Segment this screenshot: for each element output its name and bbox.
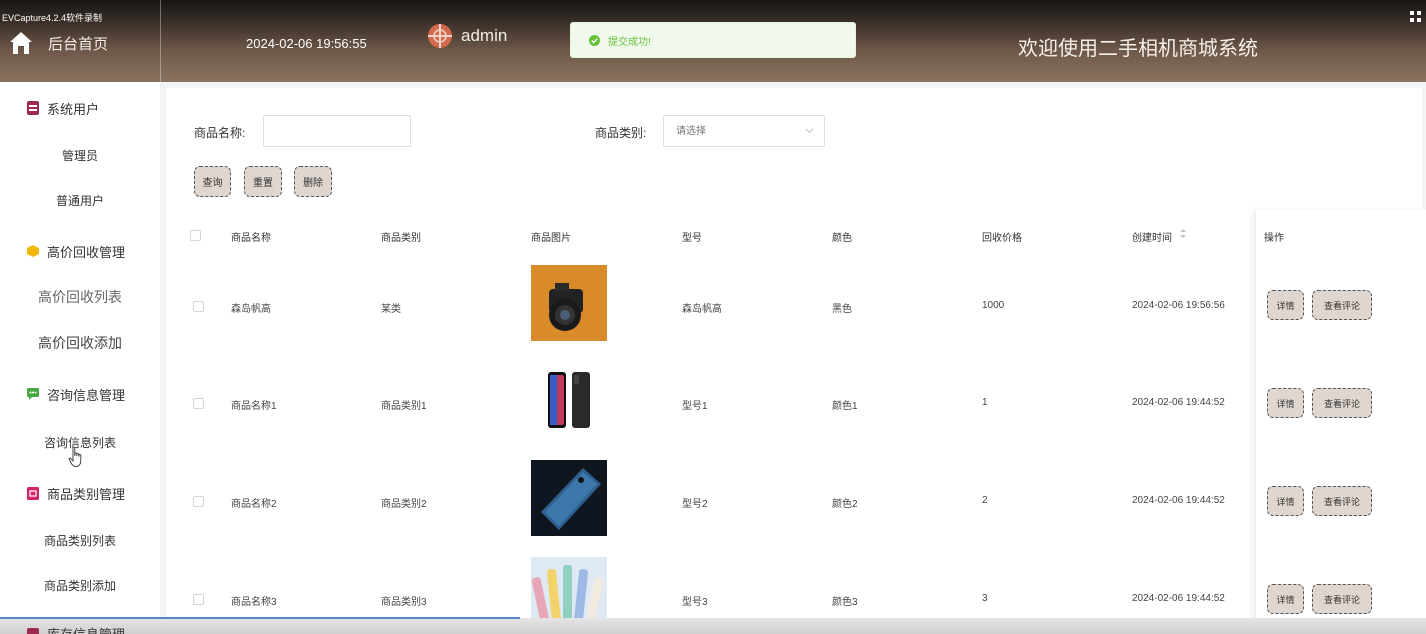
query-button[interactable]: 查询 <box>194 166 231 197</box>
type-select-input[interactable] <box>676 117 796 145</box>
cell-model: 型号1 <box>682 401 708 412</box>
category-icon <box>27 486 39 500</box>
bottom-scroll-shadow <box>0 618 1426 634</box>
cell-created: 2024-02-06 19:44:52 <box>1132 397 1225 408</box>
camera-image <box>531 265 607 341</box>
sidebar-label: 商品类别管理 <box>47 486 126 502</box>
home-link[interactable]: 后台首页 <box>8 30 108 56</box>
recorder-watermark: EVCapture4.2.4软件录制 <box>2 13 103 23</box>
reset-button[interactable]: 重置 <box>244 166 282 197</box>
type-label: 商品类别: <box>595 126 647 140</box>
cell-created: 2024-02-06 19:44:52 <box>1132 593 1225 604</box>
sidebar-item-normal-users[interactable]: 普通用户 <box>0 190 160 210</box>
actions-column <box>1255 210 1426 634</box>
cell-price: 1000 <box>982 300 1005 311</box>
cell-color: 颜色3 <box>832 597 858 608</box>
cell-name: 商品名称1 <box>231 401 277 412</box>
sidebar-group-category[interactable]: 商品类别管理 <box>0 483 160 503</box>
sidebar-group-storage[interactable]: 库存信息管理 <box>27 624 125 634</box>
sidebar-label: 系统用户 <box>47 101 100 117</box>
sidebar-label: 高价回收管理 <box>47 244 126 260</box>
product-name-input[interactable] <box>263 115 411 147</box>
hand-cursor-icon <box>68 446 82 467</box>
cell-category: 商品类别2 <box>381 499 427 510</box>
admin-name: admin <box>461 26 508 45</box>
view-comments-button[interactable]: 查看评论 <box>1312 486 1372 516</box>
row-checkbox[interactable] <box>193 398 204 409</box>
column-header: 回收价格 <box>982 233 1022 244</box>
view-comments-button[interactable]: 查看评论 <box>1312 290 1372 320</box>
cell-category: 商品类别1 <box>381 401 427 412</box>
cell-category: 商品类别3 <box>381 597 427 608</box>
horizontal-scrollbar[interactable] <box>0 617 520 619</box>
column-header-sortable[interactable]: 创建时间 <box>1132 229 1172 244</box>
chat-icon <box>27 388 39 400</box>
home-icon <box>10 32 32 54</box>
success-toast: 提交成功! <box>570 22 856 58</box>
avatar-icon <box>428 24 452 48</box>
admin-user[interactable]: admin <box>427 23 507 49</box>
chevron-down-icon <box>805 128 814 134</box>
header-divider <box>160 0 161 82</box>
row-checkbox[interactable] <box>193 594 204 605</box>
column-header: 颜色 <box>832 233 852 244</box>
sidebar-item-category-add[interactable]: 商品类别添加 <box>0 575 160 595</box>
cube-icon <box>27 245 39 257</box>
sort-icon[interactable] <box>1179 228 1187 239</box>
current-datetime: 2024-02-06 19:56:55 <box>246 36 367 51</box>
select-all-checkbox[interactable] <box>190 230 201 241</box>
blue-phone-image <box>531 460 607 536</box>
delete-button[interactable]: 删除 <box>294 166 332 197</box>
site-title: 欢迎使用二手相机商城系统 <box>1018 38 1258 60</box>
cell-model: 森岛帆高 <box>682 304 722 315</box>
cell-color: 黑色 <box>832 304 852 315</box>
top-header: EVCapture4.2.4软件录制 后台首页 2024-02-06 19:56… <box>0 0 1426 82</box>
cell-name: 商品名称3 <box>231 597 277 608</box>
cell-model: 型号2 <box>682 499 708 510</box>
sidebar-group-system-users[interactable]: 系统用户 <box>0 98 160 118</box>
sidebar-item-recycle-add[interactable]: 高价回收添加 <box>0 333 160 353</box>
cell-model: 型号3 <box>682 597 708 608</box>
detail-button[interactable]: 详情 <box>1267 290 1304 320</box>
cell-price: 2 <box>982 495 988 506</box>
name-label: 商品名称: <box>194 126 246 140</box>
cell-name: 森岛帆高 <box>231 304 271 315</box>
home-label: 后台首页 <box>48 35 109 53</box>
sidebar-label: 咨询信息管理 <box>47 387 126 403</box>
sidebar-group-recycle[interactable]: 高价回收管理 <box>0 241 160 261</box>
sidebar-item-admin[interactable]: 管理员 <box>0 145 160 165</box>
cell-price: 1 <box>982 397 988 408</box>
detail-button[interactable]: 详情 <box>1267 388 1304 418</box>
column-header: 商品类别 <box>381 233 421 244</box>
product-type-select[interactable] <box>663 115 825 147</box>
sidebar-item-recycle-list[interactable]: 高价回收列表 <box>0 287 160 307</box>
storage-icon <box>27 627 39 634</box>
cell-color: 颜色1 <box>832 401 858 412</box>
cell-category: 某类 <box>381 304 401 315</box>
user-box-icon <box>27 101 39 115</box>
cell-price: 3 <box>982 593 988 604</box>
sidebar-group-consult[interactable]: 咨询信息管理 <box>0 384 160 404</box>
check-circle-icon <box>589 34 600 46</box>
view-comments-button[interactable]: 查看评论 <box>1312 584 1372 614</box>
toast-message: 提交成功! <box>608 36 651 48</box>
column-header: 商品图片 <box>531 233 571 244</box>
row-checkbox[interactable] <box>193 496 204 507</box>
expand-icon[interactable] <box>1410 11 1422 23</box>
cell-created: 2024-02-06 19:56:56 <box>1132 300 1225 311</box>
row-checkbox[interactable] <box>193 301 204 312</box>
phone-image <box>531 362 607 438</box>
view-comments-button[interactable]: 查看评论 <box>1312 388 1372 418</box>
column-header: 型号 <box>682 233 702 244</box>
detail-button[interactable]: 详情 <box>1267 486 1304 516</box>
column-header: 商品名称 <box>231 233 271 244</box>
content-panel <box>166 88 1422 634</box>
cell-name: 商品名称2 <box>231 499 277 510</box>
detail-button[interactable]: 详情 <box>1267 584 1304 614</box>
cell-created: 2024-02-06 19:44:52 <box>1132 495 1225 506</box>
column-header: 操作 <box>1264 233 1284 244</box>
cell-color: 颜色2 <box>832 499 858 510</box>
sidebar-item-category-list[interactable]: 商品类别列表 <box>0 530 160 550</box>
sidebar-label: 库存信息管理 <box>47 624 125 634</box>
